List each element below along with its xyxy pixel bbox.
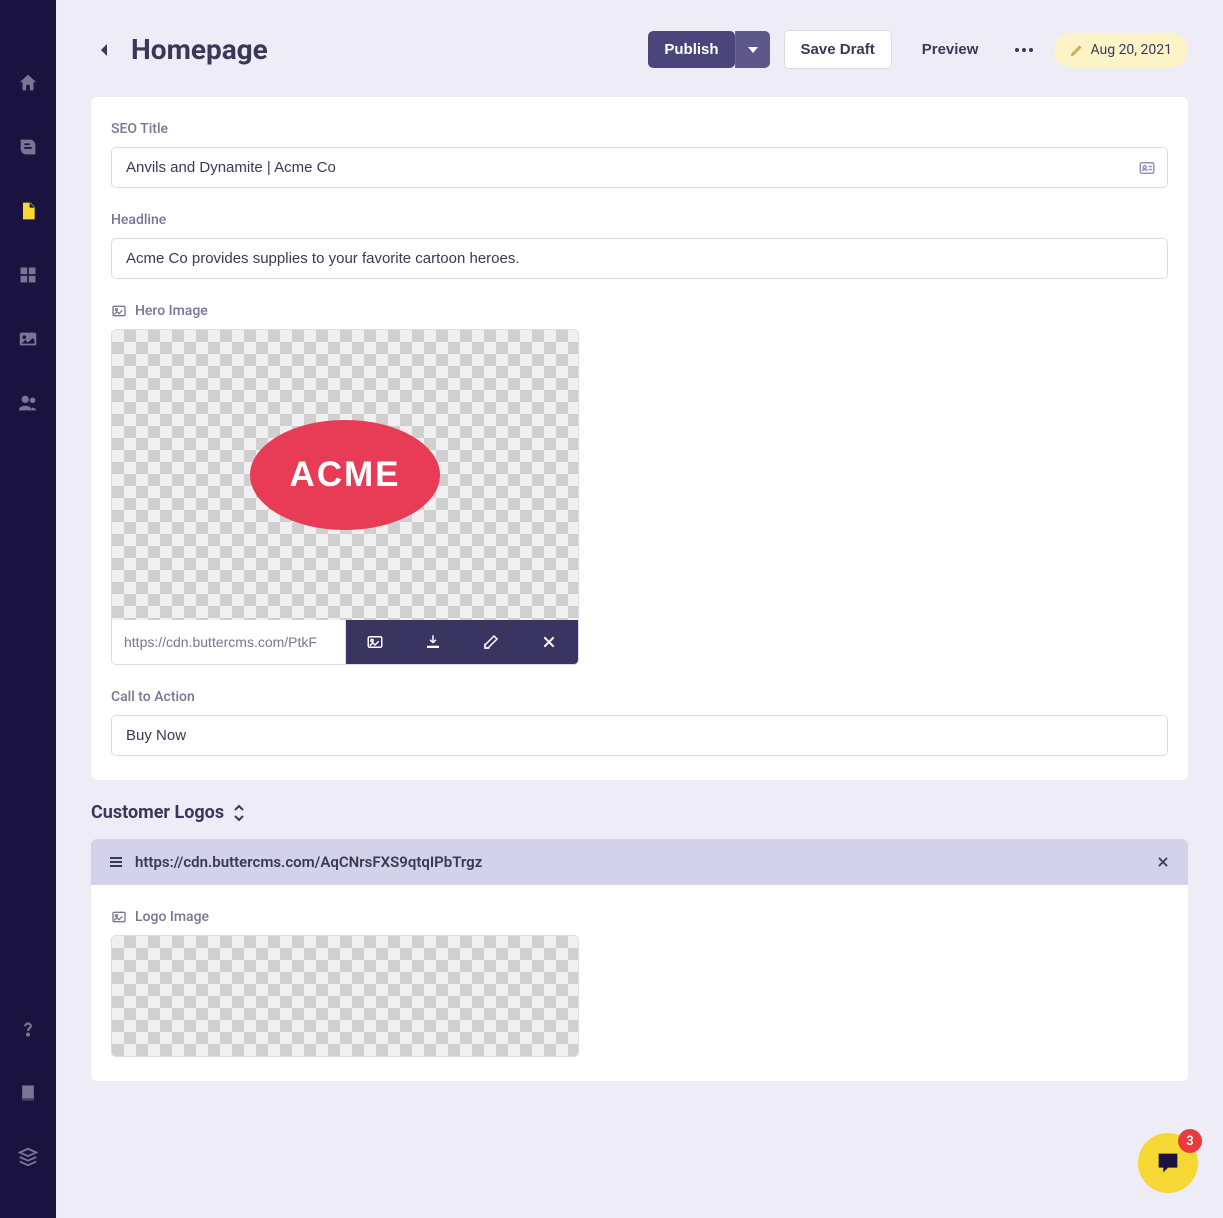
headline-field: Headline	[111, 212, 1168, 279]
hero-remove-button[interactable]	[520, 620, 578, 664]
sidebar-item-home[interactable]	[10, 65, 46, 101]
sidebar-item-blog[interactable]	[10, 129, 46, 165]
publish-dropdown[interactable]	[735, 31, 770, 68]
acme-logo: ACME	[250, 420, 440, 530]
sidebar-item-help[interactable]	[10, 1011, 46, 1047]
reorder-icon[interactable]	[232, 804, 246, 822]
chat-widget[interactable]: 3	[1138, 1133, 1198, 1193]
sidebar-item-collections[interactable]	[10, 257, 46, 293]
left-sidebar	[0, 0, 56, 1218]
hero-edit-button[interactable]	[462, 620, 520, 664]
hero-url-input[interactable]	[112, 620, 346, 664]
logo-image-field: Logo Image	[111, 909, 1168, 1057]
back-button[interactable]	[91, 39, 117, 61]
repeater-item-body: Logo Image	[91, 885, 1188, 1081]
repeater-item-header[interactable]: https://cdn.buttercms.com/AqCNrsFXS9qtqI…	[91, 839, 1188, 885]
image-icon	[111, 909, 127, 925]
customer-logos-header: Customer Logos	[91, 802, 1188, 823]
chat-badge: 3	[1178, 1129, 1202, 1153]
sidebar-item-media[interactable]	[10, 321, 46, 357]
date-text: Aug 20, 2021	[1090, 42, 1172, 58]
headline-input[interactable]	[111, 238, 1168, 279]
publish-button[interactable]: Publish	[648, 31, 734, 68]
more-button[interactable]	[1008, 39, 1040, 61]
date-badge: Aug 20, 2021	[1054, 33, 1188, 67]
publish-button-group: Publish	[648, 31, 769, 68]
sidebar-item-docs[interactable]	[10, 1075, 46, 1111]
seo-title-field: SEO Title	[111, 121, 1168, 188]
hero-image-preview: ACME	[112, 330, 578, 620]
fields-card: SEO Title Headline Hero Image ACME	[91, 97, 1188, 780]
sidebar-item-pages[interactable]	[10, 193, 46, 229]
logo-image-label: Logo Image	[111, 909, 1168, 925]
hero-toolbar	[112, 620, 578, 664]
hero-replace-button[interactable]	[346, 620, 404, 664]
cta-input[interactable]	[111, 715, 1168, 756]
sidebar-item-users[interactable]	[10, 385, 46, 421]
cta-field: Call to Action	[111, 689, 1168, 756]
image-icon	[111, 303, 127, 319]
customer-logos-title: Customer Logos	[91, 802, 224, 823]
seo-title-label: SEO Title	[111, 121, 1168, 137]
pencil-icon	[1070, 43, 1084, 57]
drag-handle-icon[interactable]	[109, 856, 123, 868]
headline-label: Headline	[111, 212, 1168, 228]
hero-image-field: Hero Image ACME	[111, 303, 1168, 665]
logo-image-box	[111, 935, 579, 1057]
customer-logos-card: https://cdn.buttercms.com/AqCNrsFXS9qtqI…	[91, 839, 1188, 1081]
seo-title-input[interactable]	[111, 147, 1168, 188]
logo-image-preview	[112, 936, 578, 1056]
cta-label: Call to Action	[111, 689, 1168, 705]
repeater-item-remove[interactable]	[1156, 855, 1170, 869]
preview-button[interactable]: Preview	[906, 31, 995, 68]
main-content: Homepage Publish Save Draft Preview Aug …	[56, 0, 1223, 1111]
hero-download-button[interactable]	[404, 620, 462, 664]
repeater-item-url: https://cdn.buttercms.com/AqCNrsFXS9qtqI…	[135, 853, 482, 871]
hero-image-box: ACME	[111, 329, 579, 665]
hero-image-label: Hero Image	[111, 303, 1168, 319]
top-bar: Homepage Publish Save Draft Preview Aug …	[91, 30, 1188, 69]
id-card-icon	[1138, 159, 1156, 177]
save-draft-button[interactable]: Save Draft	[784, 30, 892, 69]
sidebar-item-stack[interactable]	[10, 1139, 46, 1175]
page-title: Homepage	[131, 33, 268, 66]
